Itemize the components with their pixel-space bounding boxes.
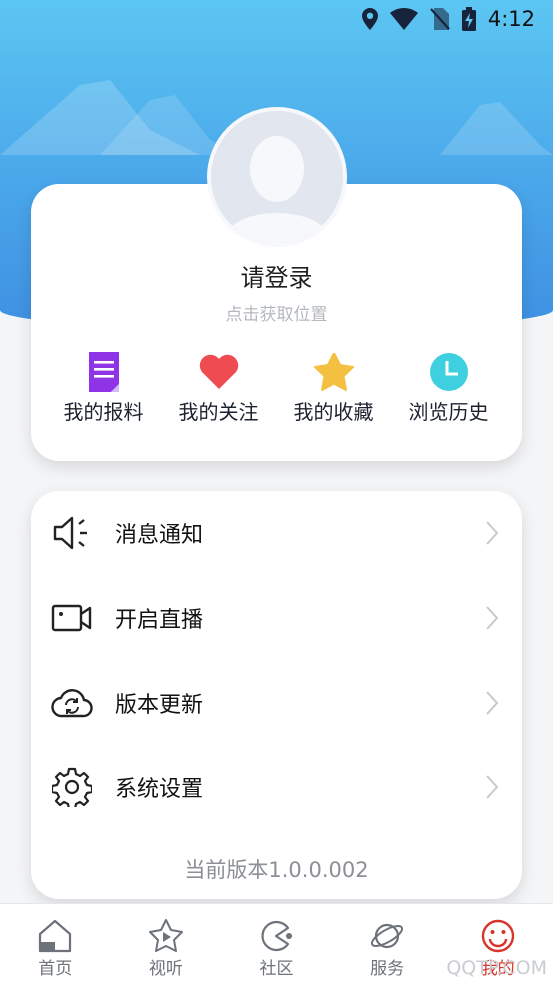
chevron-right-icon <box>486 606 499 630</box>
chevron-right-icon <box>486 775 499 799</box>
smiley-icon <box>481 919 514 953</box>
quick-action-following[interactable]: 我的关注 <box>161 352 276 425</box>
quick-action-label: 浏览历史 <box>408 400 489 424</box>
star-icon <box>313 352 354 392</box>
video-camera-icon <box>51 597 93 639</box>
quick-action-favorites[interactable]: 我的收藏 <box>276 352 391 425</box>
report-doc-icon <box>84 352 124 392</box>
quick-action-reports[interactable]: 我的报料 <box>46 352 161 425</box>
avatar[interactable] <box>207 107 347 247</box>
chevron-right-icon <box>486 691 499 715</box>
quick-action-label: 我的收藏 <box>293 400 374 424</box>
tab-services[interactable]: 服务 <box>332 904 443 984</box>
menu-item-label: 系统设置 <box>115 777 204 802</box>
tab-label: 视听 <box>148 959 183 979</box>
menu-item-notifications[interactable]: 消息通知 <box>31 491 522 575</box>
tab-label: 首页 <box>38 959 73 979</box>
cloud-refresh-icon <box>51 682 93 724</box>
tab-community[interactable]: 社区 <box>221 904 332 984</box>
tab-label: 服务 <box>370 959 405 979</box>
quick-action-label: 我的报料 <box>63 400 144 424</box>
heart-icon <box>199 352 239 392</box>
login-prompt[interactable]: 请登录 <box>31 258 522 293</box>
location-hint[interactable]: 点击获取位置 <box>31 300 522 325</box>
location-icon <box>361 8 378 30</box>
home-icon <box>39 919 72 953</box>
status-bar: 4:12 <box>0 0 553 38</box>
quick-action-label: 我的关注 <box>178 400 259 424</box>
watermark-text: QQTP.COM <box>446 957 547 979</box>
menu-item-version-update[interactable]: 版本更新 <box>31 661 522 745</box>
no-sim-icon <box>430 8 450 30</box>
menu-item-live-stream[interactable]: 开启直播 <box>31 576 522 660</box>
community-icon <box>261 920 293 952</box>
gear-icon <box>51 766 93 808</box>
status-time: 4:12 <box>487 7 535 31</box>
tab-label: 社区 <box>259 959 294 979</box>
speaker-icon <box>51 512 93 554</box>
menu-item-label: 版本更新 <box>115 693 204 718</box>
quick-actions: 我的报料 我的关注 我的收藏 浏览历史 <box>46 352 506 425</box>
chevron-right-icon <box>486 521 499 545</box>
battery-icon <box>461 7 476 31</box>
menu-item-settings[interactable]: 系统设置 <box>31 745 522 829</box>
menu-item-label: 消息通知 <box>115 523 204 548</box>
clock-icon <box>429 352 469 392</box>
settings-menu-card: 消息通知 开启直播 版本更新 系统设置 当前版本1.0.0.002 <box>31 491 522 899</box>
tab-home[interactable]: 首页 <box>0 904 111 984</box>
planet-icon <box>371 923 404 949</box>
quick-action-history[interactable]: 浏览历史 <box>391 352 506 425</box>
tab-media[interactable]: 视听 <box>111 904 222 984</box>
wifi-icon <box>389 8 418 30</box>
app-version-text: 当前版本1.0.0.002 <box>184 858 369 882</box>
default-avatar-icon <box>211 111 343 243</box>
play-star-icon <box>148 919 183 952</box>
menu-item-label: 开启直播 <box>115 608 204 633</box>
